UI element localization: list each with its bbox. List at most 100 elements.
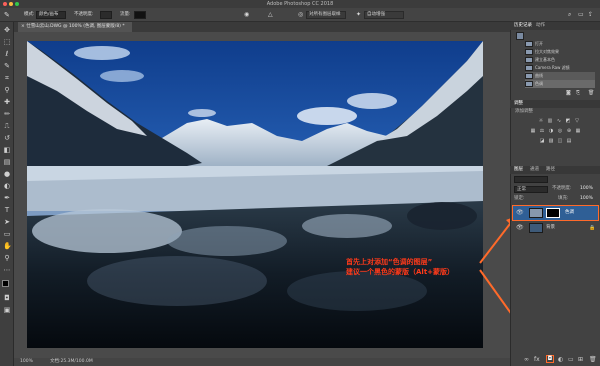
layer-opacity-label: 不透明度:: [552, 186, 572, 191]
flow-label: 流量:: [120, 12, 131, 17]
color-balance-icon[interactable]: ⚖: [539, 128, 545, 134]
mode-select[interactable]: 颜色/画布: [36, 11, 66, 19]
photo-filter-icon[interactable]: ◎: [557, 128, 563, 134]
document-size: 文档:25.3M/100.0M: [50, 359, 93, 364]
healing-brush-tool-icon[interactable]: ✚: [3, 98, 11, 106]
tab-paths[interactable]: 路径: [546, 166, 555, 174]
shape-tool-icon[interactable]: ▭: [3, 230, 11, 238]
new-layer-icon[interactable]: ⊞: [578, 356, 583, 363]
threshold-icon[interactable]: ◫: [557, 138, 563, 144]
layers-panel-header: 图层 通道 路径: [510, 166, 600, 174]
channel-mixer-icon[interactable]: ⊕: [566, 128, 572, 134]
zoom-tool-icon[interactable]: ⚲: [3, 254, 11, 262]
hue-saturation-icon[interactable]: ▦: [530, 128, 536, 134]
eraser-tool-icon[interactable]: ◧: [3, 146, 11, 154]
quick-select-tool-icon[interactable]: ✎: [3, 62, 11, 70]
history-brush-tool-icon[interactable]: ↺: [3, 134, 11, 142]
brush-preset-icon[interactable]: ✎: [4, 11, 10, 19]
zoom-level[interactable]: 100%: [20, 358, 33, 366]
share-icon[interactable]: ⇪: [588, 11, 593, 19]
new-snapshot-icon[interactable]: ◙: [566, 90, 571, 96]
annotation-highlight-box: [512, 205, 599, 221]
history-item[interactable]: 曲线: [525, 72, 595, 80]
fill-value[interactable]: 100%: [580, 195, 593, 203]
blend-mode-select[interactable]: 正常: [514, 186, 548, 193]
layer-thumbnail: [529, 223, 543, 233]
auto-enhance-icon[interactable]: ✦: [356, 11, 361, 19]
layer-style-icon[interactable]: fx: [534, 356, 540, 363]
lock-icon: 🔒: [589, 225, 596, 231]
search-icon[interactable]: ⌕: [568, 11, 571, 19]
blur-tool-icon[interactable]: ●: [3, 170, 11, 178]
flow-field[interactable]: [134, 11, 146, 19]
visibility-eye-icon[interactable]: 👁: [516, 224, 524, 232]
brush-tool-icon[interactable]: ✏: [3, 110, 11, 118]
screen-mode-icon[interactable]: ▣: [3, 306, 11, 314]
quick-mask-icon[interactable]: ◘: [3, 294, 11, 302]
foreground-color-swatch[interactable]: [2, 280, 9, 287]
pen-tool-icon[interactable]: ✒: [3, 194, 11, 202]
document-tab-title: 仕雪山云山.DWG @ 100% (色调, 图层蒙版/8) *: [26, 24, 125, 29]
move-tool-icon[interactable]: ✥: [3, 26, 11, 34]
landscape-photo: [27, 41, 483, 348]
auto-enhance-checkbox[interactable]: 自动增强: [364, 11, 404, 19]
lasso-tool-icon[interactable]: ℓ: [3, 50, 11, 58]
delete-layer-icon[interactable]: 🗑: [589, 356, 597, 363]
curves-icon[interactable]: ∿: [556, 118, 562, 124]
tab-actions[interactable]: 动作: [536, 22, 545, 30]
adjustments-subtitle: 添加调整: [515, 109, 533, 114]
brightness-icon[interactable]: ☼: [538, 118, 544, 124]
camera-icon[interactable]: ⎘: [576, 90, 580, 96]
angle-icon[interactable]: △: [268, 11, 273, 19]
annotation-text-line-1: 首先上对添加“色调的图层”: [346, 258, 433, 266]
levels-icon[interactable]: ▥: [547, 118, 553, 124]
document-tab[interactable]: × 仕雪山云山.DWG @ 100% (色调, 图层蒙版/8) *: [18, 22, 132, 32]
workspace-icon[interactable]: ▭: [578, 11, 584, 19]
history-item[interactable]: 建立基本色: [525, 56, 595, 64]
mode-label: 模式:: [24, 12, 35, 17]
tab-channels[interactable]: 通道: [530, 166, 539, 174]
gradient-tool-icon[interactable]: ▤: [3, 158, 11, 166]
dodge-tool-icon[interactable]: ◐: [3, 182, 11, 190]
history-item[interactable]: 拉大对焦效果: [525, 48, 595, 56]
gradient-map-icon[interactable]: ▤: [566, 138, 572, 144]
link-layers-icon[interactable]: ∞: [524, 356, 529, 363]
history-item[interactable]: 打开: [525, 40, 595, 48]
opacity-label: 不透明度:: [74, 12, 94, 17]
snapshot-thumbnail[interactable]: [516, 32, 524, 40]
window-title: Adobe Photoshop CC 2018: [266, 1, 334, 7]
new-group-icon[interactable]: ▭: [568, 356, 574, 363]
invert-icon[interactable]: ◪: [539, 138, 545, 144]
layer-row-background[interactable]: 👁 背景 🔒: [513, 221, 598, 235]
path-select-tool-icon[interactable]: ➤: [3, 218, 11, 226]
new-adjustment-layer-icon[interactable]: ◐: [558, 356, 563, 363]
more-tools-icon[interactable]: ⋯: [3, 266, 11, 274]
airbrush-icon[interactable]: ◉: [244, 11, 249, 19]
layer-filter-select[interactable]: [514, 176, 548, 183]
marquee-tool-icon[interactable]: ⬚: [3, 38, 11, 46]
type-tool-icon[interactable]: T: [3, 206, 11, 214]
options-bar: ✎ 模式: 颜色/画布 不透明度: 流量: ◉ △ ◎ 对所有图层取样 ✦ 自动…: [0, 8, 600, 22]
add-layer-mask-icon[interactable]: ◘: [546, 355, 554, 363]
clone-stamp-tool-icon[interactable]: ⎍: [3, 122, 11, 130]
color-lookup-icon[interactable]: ▦: [575, 128, 581, 134]
vibrance-icon[interactable]: ▽: [574, 118, 580, 124]
status-bar: 100% 文档:25.3M/100.0M: [14, 358, 510, 366]
pressure-icon[interactable]: ◎: [298, 11, 303, 19]
history-item-current[interactable]: 色调: [525, 80, 595, 88]
trash-icon[interactable]: 🗑: [588, 90, 594, 96]
document-image[interactable]: [27, 41, 483, 348]
tab-history[interactable]: 历史记录: [514, 22, 532, 30]
crop-tool-icon[interactable]: ⌗: [3, 74, 11, 82]
hand-tool-icon[interactable]: ✋: [3, 242, 12, 250]
opacity-field[interactable]: [100, 11, 112, 19]
layer-name[interactable]: 背景: [546, 221, 555, 235]
eyedropper-tool-icon[interactable]: ⚲: [3, 86, 11, 94]
layer-opacity-value[interactable]: 100%: [580, 185, 593, 193]
posterize-icon[interactable]: ▨: [548, 138, 554, 144]
tab-layers[interactable]: 图层: [514, 166, 523, 174]
sample-all-layers-checkbox[interactable]: 对所有图层取样: [306, 11, 346, 19]
exposure-icon[interactable]: ◩: [565, 118, 571, 124]
black-white-icon[interactable]: ◑: [548, 128, 554, 134]
history-item[interactable]: Camera Raw 滤镜: [525, 64, 595, 72]
